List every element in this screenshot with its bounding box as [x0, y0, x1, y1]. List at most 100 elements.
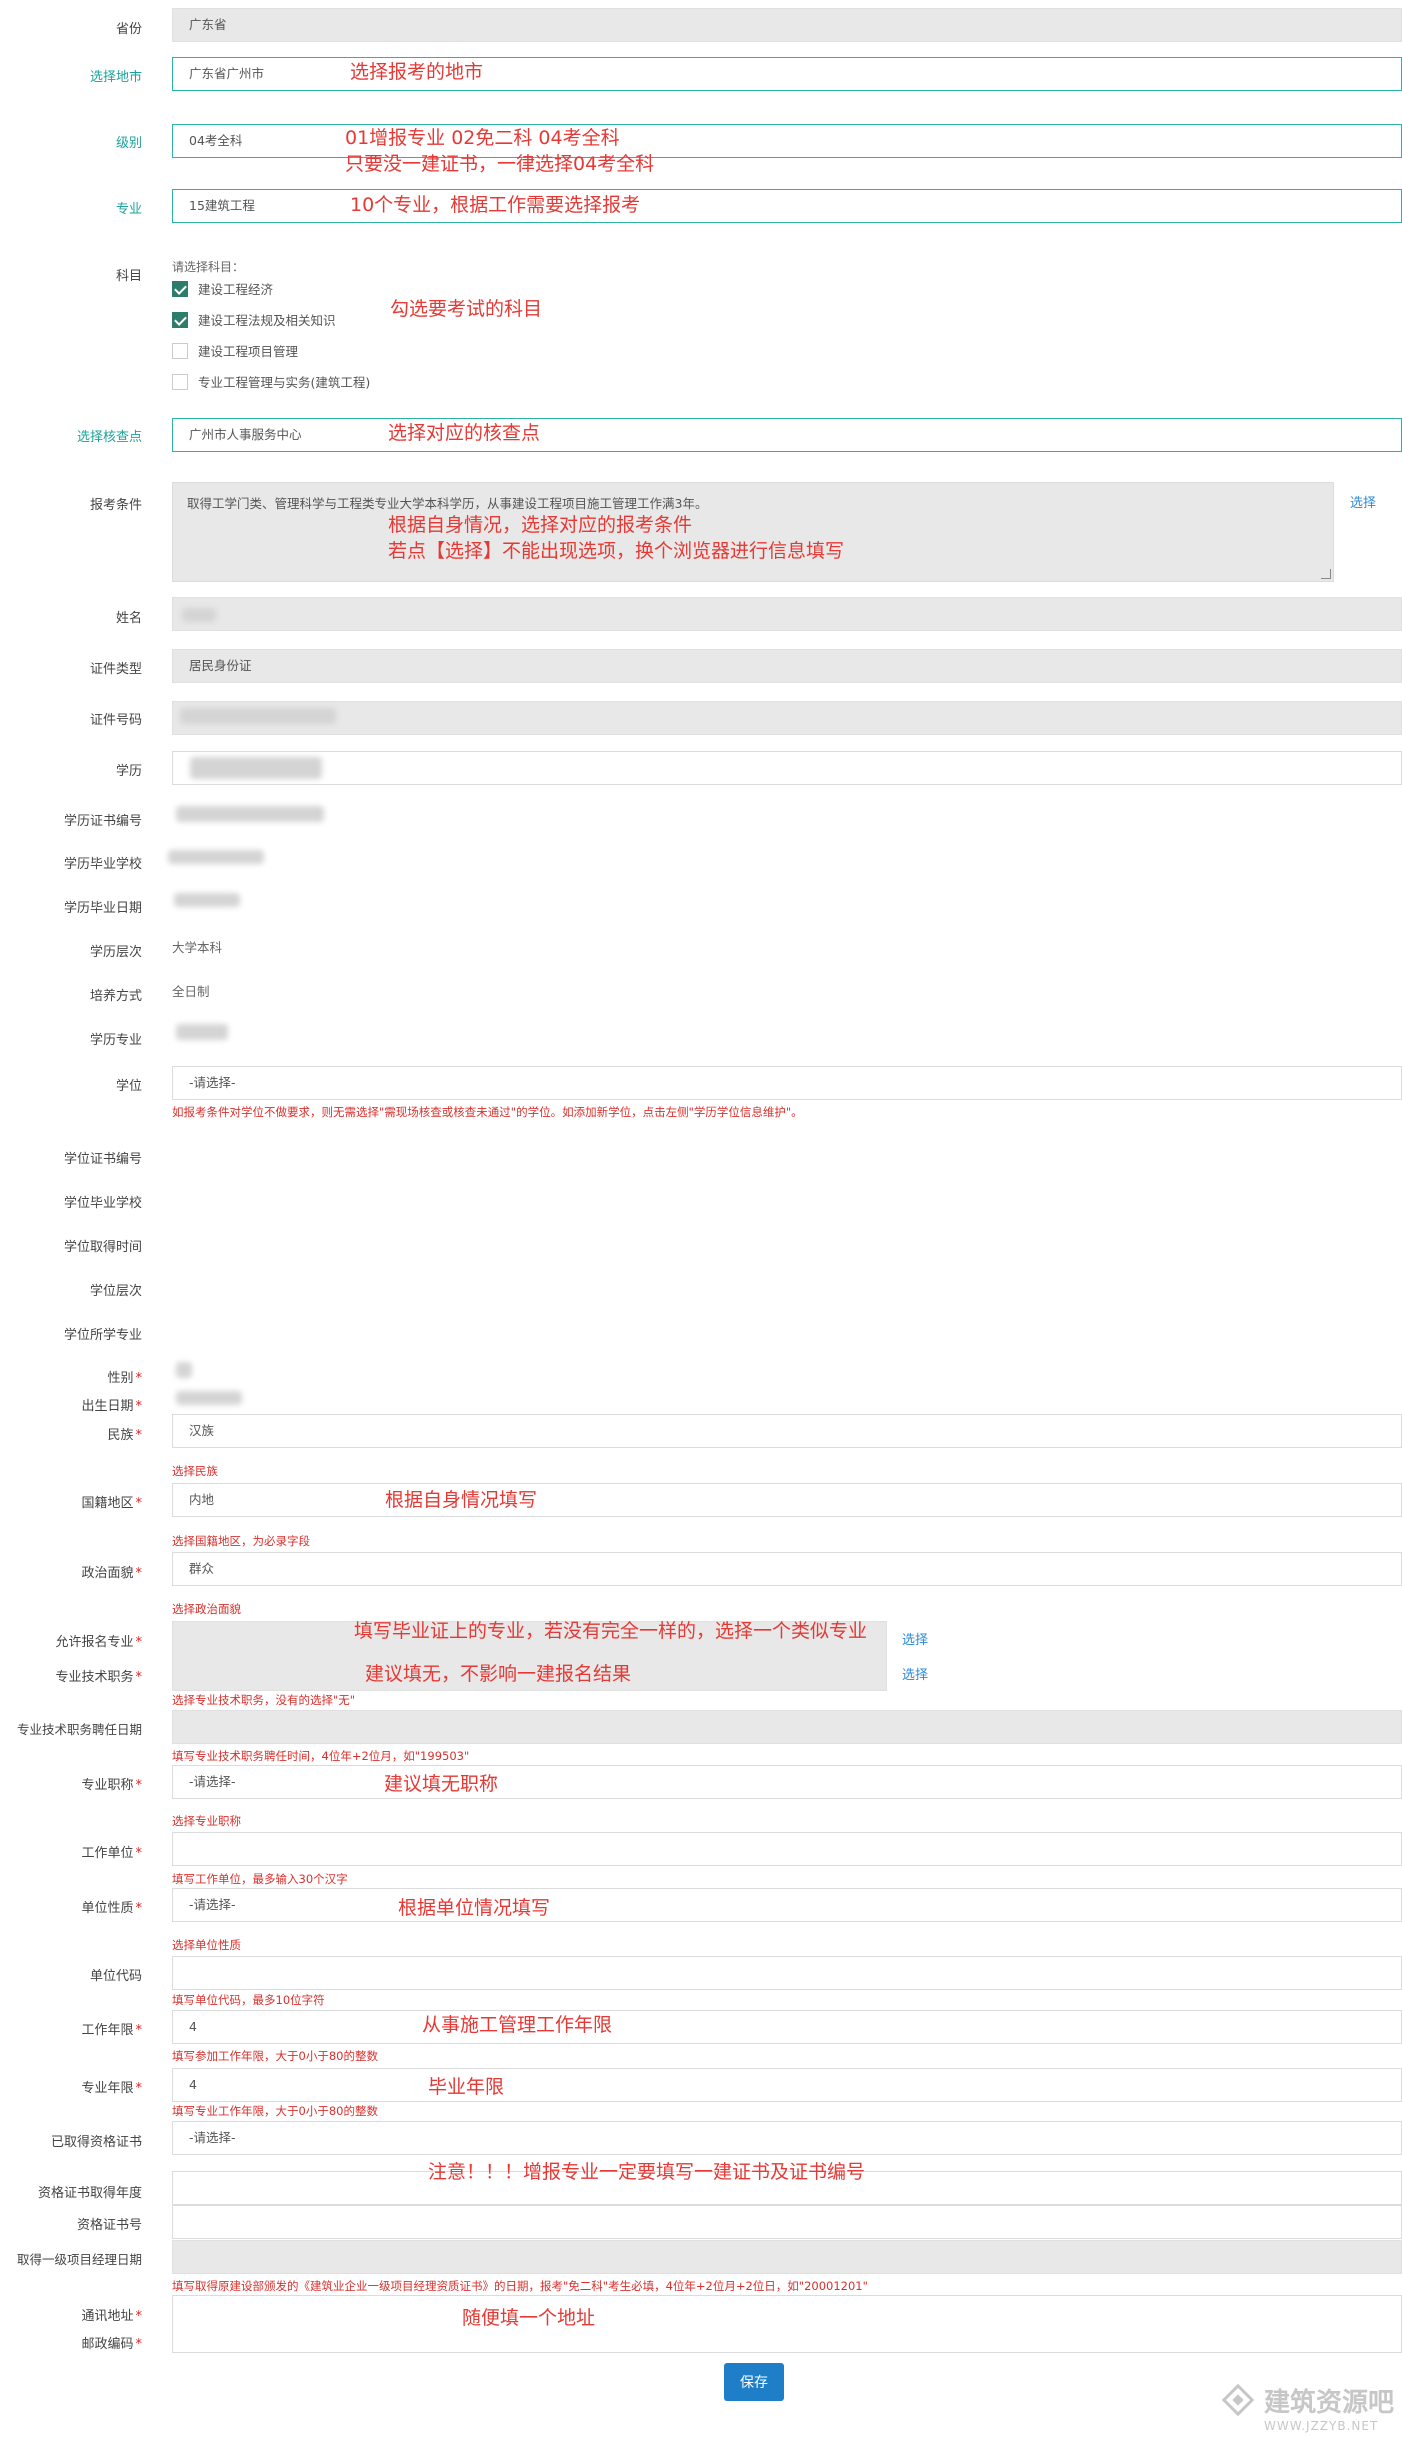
annotation-city: 选择报考的地市: [350, 61, 484, 83]
annotation-level-1: 01增报专业 02免二科 04考全科: [345, 127, 620, 149]
subject-option-label: 专业工程管理与实务(建筑工程): [198, 375, 371, 390]
politics-select[interactable]: 群众: [172, 1552, 1402, 1586]
subject-option[interactable]: 建设工程经济: [172, 279, 273, 298]
id-type-label: 证件类型: [89, 662, 142, 677]
resize-grip-icon[interactable]: [1321, 569, 1331, 579]
subject-option[interactable]: 建设工程项目管理: [172, 341, 298, 360]
watermark-title: 建筑资源吧: [1264, 2388, 1395, 2418]
id-type-field: 居民身份证: [172, 649, 1402, 683]
annotation-conditions-1: 根据自身情况，选择对应的报考条件: [388, 514, 693, 536]
save-button[interactable]: 保存: [724, 2363, 784, 2401]
check-point-label: 选择核查点: [76, 430, 142, 445]
edu-mode-value: 全日制: [172, 984, 210, 999]
subject-option[interactable]: 建设工程法规及相关知识: [172, 310, 336, 329]
allowed-major-label: 允许报名专业 *: [55, 1635, 142, 1650]
subjects-prompt: 请选择科目：: [172, 260, 245, 274]
cert-year-label: 资格证书取得年度: [37, 2186, 142, 2201]
id-number-field: [172, 701, 1402, 735]
major-years-input[interactable]: 4: [172, 2068, 1402, 2102]
unit-code-input[interactable]: [172, 1956, 1402, 1990]
annotation-address: 随便填一个地址: [462, 2307, 596, 2329]
annotation-major: 10个专业，根据工作需要选择报考: [350, 194, 641, 216]
redacted-id-number: [180, 708, 336, 724]
subject-option-label: 建设工程经济: [198, 282, 274, 297]
watermark-logo-icon: [1221, 2383, 1255, 2417]
allowed-major-select-link[interactable]: 选择: [902, 1629, 928, 1648]
employer-hint: 填写工作单位，最多输入30个汉字: [172, 1872, 348, 1886]
conditions-text: 取得工学门类、管理科学与工程类专业大学本科学历，从事建设工程项目施工管理工作满3…: [187, 496, 708, 511]
watermark-url: WWW.JZZYB.NET: [1264, 2419, 1379, 2433]
obtained-cert-select[interactable]: -请选择-: [172, 2121, 1402, 2155]
education-label: 学历: [115, 764, 142, 779]
checkbox-checked[interactable]: [172, 311, 188, 328]
edu-cert-no-label: 学历证书编号: [63, 814, 142, 829]
degree-date-label: 学位取得时间: [63, 1240, 142, 1255]
redacted-edu-cert-no: [176, 806, 324, 822]
education-select[interactable]: [172, 751, 1402, 785]
annotation-unit-type: 根据单位情况填写: [398, 1897, 551, 1919]
ethnicity-label: 民族 *: [107, 1428, 142, 1443]
unit-code-label: 单位代码: [89, 1969, 142, 1984]
pm-date-hint: 填写取得原建设部颁发的《建筑业企业一级项目经理资质证书》的日期，报考"免二科"考…: [172, 2279, 868, 2293]
title-date-label: 专业技术职务聘任日期: [16, 1722, 142, 1737]
politics-label: 政治面貌 *: [81, 1566, 142, 1581]
ethnicity-select[interactable]: 汉族: [172, 1414, 1402, 1448]
prof-title-label: 专业职称 *: [81, 1778, 142, 1793]
edu-grad-date-label: 学历毕业日期: [63, 901, 142, 916]
politics-hint: 选择政治面貌: [172, 1602, 241, 1616]
redacted-edu-major: [176, 1024, 228, 1040]
major-years-hint: 填写专业工作年限，大于0小于80的整数: [172, 2104, 378, 2118]
watermark: 建筑资源吧 WWW.JZZYB.NET: [1264, 2382, 1394, 2433]
title-select-link[interactable]: 选择: [902, 1664, 928, 1683]
checkbox-unchecked[interactable]: [172, 342, 188, 359]
redacted-edu-school: [168, 850, 264, 864]
address-input[interactable]: [172, 2295, 1402, 2353]
checkbox-checked[interactable]: [172, 280, 188, 297]
employer-input[interactable]: [172, 1832, 1402, 1866]
degree-school-label: 学位毕业学校: [63, 1196, 142, 1211]
prof-title-select[interactable]: -请选择-: [172, 1765, 1402, 1799]
subject-option[interactable]: 专业工程管理与实务(建筑工程): [172, 372, 370, 391]
work-years-label: 工作年限 *: [81, 2023, 142, 2038]
degree-label: 学位: [115, 1079, 142, 1094]
annotation-check-point: 选择对应的核查点: [388, 422, 541, 444]
region-hint: 选择国籍地区，为必录字段: [172, 1534, 310, 1548]
subjects-label: 科目: [115, 269, 142, 284]
degree-level-label: 学位层次: [89, 1284, 142, 1299]
annotation-cert: 注意！！！增报专业一定要填写一建证书及证书编号: [428, 2161, 866, 2183]
redacted-gender: [176, 1362, 192, 1378]
title-label: 专业技术职务 *: [55, 1670, 142, 1685]
annotation-allowed-major: 填写毕业证上的专业，若没有完全一样的，选择一个类似专业: [354, 1620, 868, 1642]
annotation-region: 根据自身情况填写: [385, 1489, 538, 1511]
title-date-hint: 填写专业技术职务聘任时间，4位年+2位月，如"199503": [172, 1749, 470, 1763]
annotation-major-years: 毕业年限: [428, 2076, 505, 2098]
name-field: [172, 597, 1402, 631]
unit-type-select[interactable]: -请选择-: [172, 1888, 1402, 1922]
redacted-birth: [176, 1391, 242, 1405]
birth-label: 出生日期 *: [81, 1399, 142, 1414]
conditions-textarea[interactable]: 取得工学门类、管理科学与工程类专业大学本科学历，从事建设工程项目施工管理工作满3…: [172, 482, 1334, 582]
level-label: 级别: [115, 136, 142, 151]
conditions-select-link[interactable]: 选择: [1350, 492, 1376, 511]
annotation-level-2: 只要没一建证书，一律选择04考全科: [345, 153, 655, 175]
major-years-label: 专业年限 *: [81, 2081, 142, 2096]
check-point-select[interactable]: 广州市人事服务中心: [172, 418, 1402, 452]
checkbox-unchecked[interactable]: [172, 373, 188, 390]
annotation-prof-title: 建议填无职称: [384, 1773, 499, 1795]
region-select[interactable]: 内地: [172, 1483, 1402, 1517]
work-years-input[interactable]: 4: [172, 2010, 1402, 2044]
degree-major-label: 学位所学专业: [63, 1328, 142, 1343]
annotation-title: 建议填无，不影响一建报名结果: [365, 1663, 632, 1685]
province-label: 省份: [115, 22, 142, 37]
id-number-label: 证件号码: [89, 713, 142, 728]
subject-option-label: 建设工程项目管理: [198, 344, 299, 359]
degree-select[interactable]: -请选择-: [172, 1066, 1402, 1100]
annotation-conditions-2: 若点【选择】不能出现选项，换个浏览器进行信息填写: [388, 540, 845, 562]
ethnicity-hint: 选择民族: [172, 1464, 218, 1478]
postcode-label: 邮政编码 *: [81, 2337, 142, 2352]
edu-major-label: 学历专业: [89, 1033, 142, 1048]
major-label: 专业: [115, 202, 142, 217]
edu-level-label: 学历层次: [89, 945, 142, 960]
edu-mode-label: 培养方式: [89, 989, 142, 1004]
cert-no-input[interactable]: [172, 2205, 1402, 2239]
